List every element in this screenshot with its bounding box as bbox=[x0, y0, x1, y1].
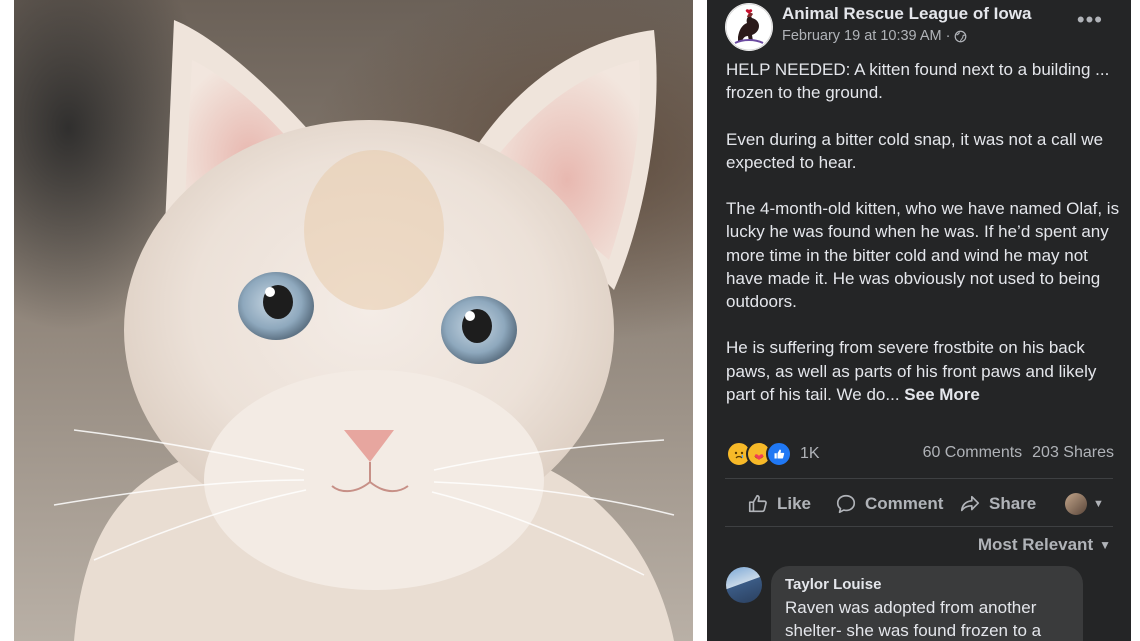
user-avatar bbox=[1065, 493, 1087, 515]
right-margin bbox=[1131, 0, 1140, 641]
post-paragraph-3: The 4-month-old kitten, who we have name… bbox=[726, 199, 1120, 311]
page-avatar[interactable] bbox=[725, 3, 773, 51]
post-body: HELP NEEDED: A kitten found next to a bu… bbox=[726, 58, 1121, 429]
share-icon bbox=[960, 495, 980, 512]
post-paragraph-1: HELP NEEDED: A kitten found next to a bu… bbox=[726, 60, 1110, 103]
comment-label: Comment bbox=[865, 494, 944, 513]
divider-top bbox=[725, 478, 1113, 479]
commenter-avatar[interactable] bbox=[726, 567, 762, 603]
globe-icon bbox=[955, 30, 967, 42]
shares-count[interactable]: 203 Shares bbox=[1032, 444, 1114, 462]
share-label: Share bbox=[989, 494, 1037, 513]
engagement-counts: 60 Comments 203 Shares bbox=[923, 444, 1114, 462]
post-date[interactable]: February 19 at 10:39 AM bbox=[782, 28, 942, 44]
comment-button[interactable]: Comment bbox=[835, 493, 943, 515]
share-button[interactable]: Share bbox=[959, 493, 1036, 515]
facebook-post: Animal Rescue League of Iowa February 19… bbox=[707, 0, 1131, 641]
reaction-count: 1K bbox=[800, 445, 820, 462]
comment-bubble: Taylor Louise Raven was adopted from ano… bbox=[771, 566, 1083, 641]
kitten-illustration bbox=[53, 20, 675, 641]
see-more-link[interactable]: See More bbox=[904, 385, 980, 404]
comment-text: Raven was adopted from another shelter- … bbox=[785, 598, 1042, 640]
comment-icon bbox=[836, 494, 856, 514]
post-paragraph-2: Even during a bitter cold snap, it was n… bbox=[726, 129, 1104, 172]
page-name[interactable]: Animal Rescue League of Iowa bbox=[782, 4, 1031, 24]
comment-author[interactable]: Taylor Louise bbox=[785, 576, 881, 593]
divider-bottom bbox=[725, 526, 1113, 527]
post-paragraph-4: He is suffering from severe frostbite on… bbox=[726, 336, 1121, 406]
horse-logo-icon bbox=[725, 3, 773, 51]
like-reaction-icon bbox=[766, 441, 792, 467]
post-actions-bar: Like Comment Share ▼ bbox=[725, 484, 1113, 524]
chevron-down-icon: ▼ bbox=[1099, 538, 1111, 552]
image-divider bbox=[693, 0, 707, 641]
like-button[interactable]: Like bbox=[747, 493, 811, 515]
comments-count[interactable]: 60 Comments bbox=[923, 444, 1023, 462]
meta-separator: · bbox=[945, 28, 951, 44]
thumbs-up-icon bbox=[748, 494, 767, 513]
kitten-photo[interactable] bbox=[14, 0, 693, 641]
post-meta: February 19 at 10:39 AM · bbox=[782, 28, 967, 44]
react-as-selector[interactable]: ▼ bbox=[1065, 493, 1104, 515]
reaction-summary[interactable]: 1K bbox=[726, 441, 820, 467]
more-horizontal-icon[interactable]: ••• bbox=[1077, 9, 1103, 31]
like-label: Like bbox=[777, 494, 812, 513]
caret-down-icon: ▼ bbox=[1093, 498, 1104, 510]
sort-label: Most Relevant bbox=[977, 535, 1094, 554]
comment-sort-dropdown[interactable]: Most Relevant ▼ bbox=[978, 535, 1111, 555]
